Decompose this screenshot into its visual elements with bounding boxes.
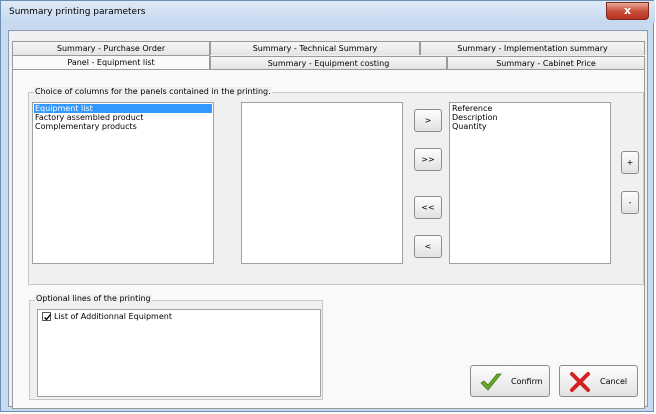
tab-label: Summary - Purchase Order xyxy=(56,44,166,53)
add-all-button[interactable]: >> xyxy=(414,148,442,171)
list-item[interactable]: Equipment list xyxy=(34,104,212,113)
list-item[interactable]: Description xyxy=(451,113,609,122)
tab-label: Summary - Technical Summary xyxy=(252,44,378,53)
move-up-button[interactable]: + xyxy=(621,151,639,174)
list-item[interactable]: Factory assembled product xyxy=(34,113,212,122)
add-one-button[interactable]: > xyxy=(414,109,442,132)
tab-summary-cabinet-price[interactable]: Summary - Cabinet Price xyxy=(447,56,645,70)
chosen-columns-list[interactable]: Reference Description Quantity xyxy=(449,102,611,264)
close-icon: x xyxy=(623,4,632,17)
close-button[interactable]: x xyxy=(606,2,649,20)
tab-summary-equipment-costing[interactable]: Summary - Equipment costing xyxy=(210,56,447,70)
tab-label: Summary - Equipment costing xyxy=(267,59,390,68)
dialog-window: Summary printing parameters x Summary - … xyxy=(0,0,655,412)
window-title: Summary printing parameters xyxy=(9,7,146,17)
tab-summary-implementation-summary[interactable]: Summary - Implementation summary xyxy=(420,41,645,55)
title-bar[interactable]: Summary printing parameters x xyxy=(1,1,655,23)
tab-summary-purchase-order[interactable]: Summary - Purchase Order xyxy=(12,41,210,55)
checkbox-additional-equipment[interactable] xyxy=(42,312,52,321)
list-item[interactable]: Complementary products xyxy=(34,122,212,131)
checkbox-label: List of Additionnal Equipment xyxy=(54,312,172,321)
tab-label: Panel - Equipment list xyxy=(67,58,155,67)
source-list[interactable]: Equipment list Factory assembled product… xyxy=(32,102,214,264)
available-columns-list[interactable] xyxy=(241,102,403,264)
confirm-button[interactable]: Confirm xyxy=(470,365,550,397)
tab-panel-equipment-list[interactable]: Panel - Equipment list xyxy=(12,55,210,70)
check-icon xyxy=(480,373,502,391)
cancel-label: Cancel xyxy=(600,377,628,386)
list-item[interactable]: Reference xyxy=(451,104,609,113)
tab-label: Summary - Cabinet Price xyxy=(496,59,596,68)
columns-group-label: Choice of columns for the panels contain… xyxy=(34,87,272,96)
cancel-x-icon xyxy=(570,372,590,392)
move-down-button[interactable]: - xyxy=(621,191,639,214)
list-item[interactable]: Quantity xyxy=(451,122,609,131)
cancel-button[interactable]: Cancel xyxy=(559,365,638,397)
confirm-label: Confirm xyxy=(511,377,543,386)
remove-one-button[interactable]: < xyxy=(414,235,442,258)
tab-label: Summary - Implementation summary xyxy=(457,44,608,53)
optional-lines-list[interactable]: List of Additionnal Equipment xyxy=(37,309,321,397)
remove-all-button[interactable]: << xyxy=(414,196,442,219)
list-item[interactable]: List of Additionnal Equipment xyxy=(39,311,319,323)
tab-summary-technical-summary[interactable]: Summary - Technical Summary xyxy=(210,41,420,55)
checkmark-icon xyxy=(44,314,52,321)
optional-lines-group-label: Optional lines of the printing xyxy=(35,294,152,303)
